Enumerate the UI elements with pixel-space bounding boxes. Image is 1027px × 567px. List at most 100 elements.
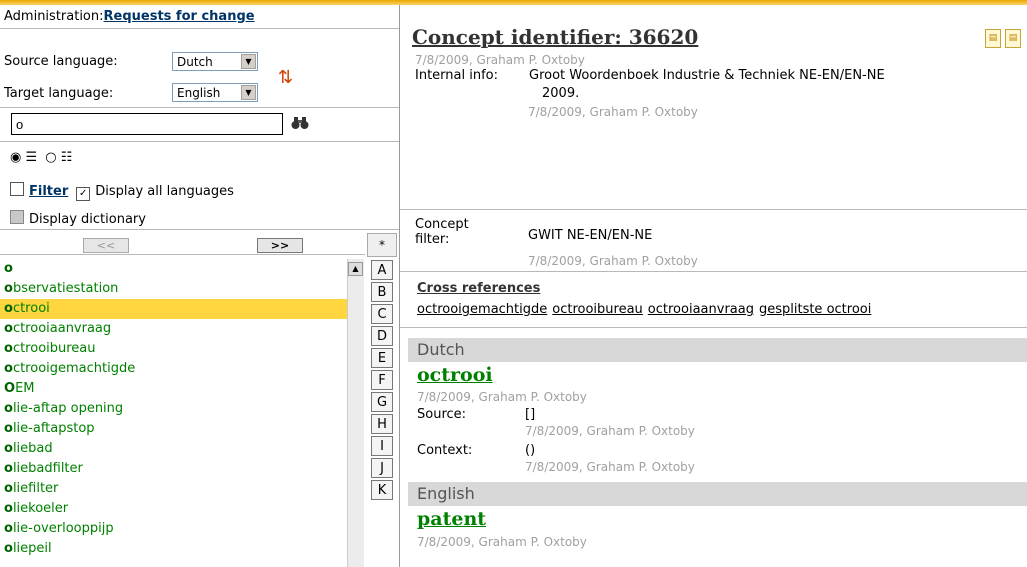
cross-reference-link[interactable]: octrooiaanvraag xyxy=(648,302,754,317)
list-item[interactable]: olie-overlooppijp xyxy=(0,519,347,539)
source-language-select[interactable]: Dutch ▼ xyxy=(172,52,258,71)
concept-filter-meta: 7/8/2009, Graham P. Oxtoby xyxy=(528,254,698,268)
letter-button[interactable]: J xyxy=(371,458,393,478)
left-panel: Administration:Requests for change Sourc… xyxy=(0,5,400,567)
copy-document-icon[interactable]: ▤ xyxy=(1005,29,1021,48)
list-item[interactable]: o xyxy=(0,259,347,279)
letter-button[interactable]: K xyxy=(371,480,393,500)
binoculars-search-icon[interactable] xyxy=(291,116,309,134)
list-item-rest: lie-overlooppijp xyxy=(12,521,114,536)
letter-button[interactable]: H xyxy=(371,414,393,434)
right-panel: Concept identifier: 36620 ▤ ▤ 7/8/2009, G… xyxy=(400,5,1027,567)
concept-filter-label-line1: Concept xyxy=(415,217,469,232)
all-letters-button[interactable]: * xyxy=(367,233,397,257)
dutch-language-header: Dutch xyxy=(408,338,1027,362)
source-language-value: Dutch xyxy=(177,55,213,69)
letter-button[interactable]: E xyxy=(371,348,393,368)
letter-button[interactable]: I xyxy=(371,436,393,456)
cross-reference-link[interactable]: gesplitste octrooi xyxy=(759,302,871,317)
letter-button[interactable]: C xyxy=(371,304,393,324)
chevron-down-icon[interactable]: ▼ xyxy=(241,85,256,100)
list-item-prefix: o xyxy=(4,521,13,536)
list-item[interactable]: oliepeil xyxy=(0,539,347,559)
cross-reference-link[interactable]: octrooibureau xyxy=(552,302,643,317)
divider xyxy=(0,229,399,230)
divider xyxy=(0,107,399,108)
divider xyxy=(0,254,365,255)
document-icons: ▤ ▤ xyxy=(981,29,1021,48)
list-item[interactable]: oliebadfilter xyxy=(0,459,347,479)
divider xyxy=(400,209,1027,210)
list-item-prefix: O xyxy=(4,381,16,396)
letter-button[interactable]: F xyxy=(371,370,393,390)
target-language-select[interactable]: English ▼ xyxy=(172,83,258,102)
list-item-rest: bservatiestation xyxy=(12,281,119,296)
list-item-rest: ctrooiaanvraag xyxy=(12,321,112,336)
target-language-label: Target language: xyxy=(4,86,114,101)
dutch-term[interactable]: octrooi xyxy=(417,364,493,386)
list-scrollbar[interactable]: ▲ xyxy=(347,259,364,567)
list-item-rest: liebad xyxy=(12,441,53,456)
requests-for-change-link[interactable]: Requests for change xyxy=(104,9,255,24)
list-item[interactable]: olie-aftapstop xyxy=(0,419,347,439)
swap-languages-icon[interactable]: ⇅ xyxy=(278,67,293,88)
english-language-header: English xyxy=(408,482,1027,506)
cross-references-title: Cross references xyxy=(417,281,541,296)
list-item[interactable]: oliekoeler xyxy=(0,499,347,519)
filter-link[interactable]: Filter xyxy=(29,184,68,199)
list-item[interactable]: observatiestation xyxy=(0,279,347,299)
concept-meta: 7/8/2009, Graham P. Oxtoby xyxy=(415,53,585,67)
list-item-prefix: o xyxy=(4,341,13,356)
divider xyxy=(400,327,1027,328)
list-item-rest: ctrooibureau xyxy=(12,341,96,356)
list-item[interactable]: octrooibureau xyxy=(0,339,347,359)
admin-line: Administration:Requests for change xyxy=(4,9,255,24)
prev-page-button[interactable]: << xyxy=(83,238,129,253)
list-item-prefix: o xyxy=(4,401,13,416)
list-item-rest: lie-aftap opening xyxy=(12,401,124,416)
list-item[interactable]: octrooi xyxy=(0,299,347,319)
list-view-radio[interactable]: ◉ xyxy=(10,150,21,165)
cross-references-links: octrooigemachtigde octrooibureau octrooiaa… xyxy=(417,302,876,317)
letter-button[interactable]: B xyxy=(371,282,393,302)
list-item-rest: EM xyxy=(15,381,35,396)
letter-button[interactable]: D xyxy=(371,326,393,346)
display-dictionary-checkbox[interactable] xyxy=(10,210,24,224)
list-item-rest: liebadfilter xyxy=(12,461,83,476)
concept-filter-value: GWIT NE-EN/EN-NE xyxy=(528,228,653,243)
list-item-prefix: o xyxy=(4,361,13,376)
dutch-context-label: Context: xyxy=(417,443,473,458)
term-list: o observatiestation octrooi octrooiaanvraag… xyxy=(0,259,347,567)
list-item-rest: lie-aftapstop xyxy=(12,421,95,436)
grid-view-radio[interactable]: ○ xyxy=(45,150,56,165)
cross-reference-link[interactable]: octrooigemachtigde xyxy=(417,302,547,317)
display-all-languages-label: Display all languages xyxy=(95,184,234,199)
list-item[interactable]: oliebad xyxy=(0,439,347,459)
admin-label: Administration: xyxy=(4,9,104,24)
letter-index: ABCDEFGHIJK xyxy=(367,259,397,502)
target-language-value: English xyxy=(177,86,221,100)
letter-button[interactable]: A xyxy=(371,260,393,280)
scroll-up-icon[interactable]: ▲ xyxy=(348,262,363,276)
english-term[interactable]: patent xyxy=(417,508,486,530)
list-item-prefix: o xyxy=(4,281,13,296)
dutch-source-meta: 7/8/2009, Graham P. Oxtoby xyxy=(525,424,695,438)
dutch-term-meta: 7/8/2009, Graham P. Oxtoby xyxy=(417,390,587,404)
list-item-rest: ctrooi xyxy=(12,301,50,316)
display-all-languages-checkbox[interactable]: ✓ xyxy=(76,187,91,201)
list-item-rest: liefilter xyxy=(12,481,59,496)
list-item[interactable]: OEM xyxy=(0,379,347,399)
letter-button[interactable]: G xyxy=(371,392,393,412)
list-item[interactable]: octrooiaanvraag xyxy=(0,319,347,339)
list-item-rest: liepeil xyxy=(12,541,52,556)
filter-checkbox[interactable] xyxy=(10,182,24,196)
next-page-button[interactable]: >> xyxy=(257,238,303,253)
concept-title[interactable]: Concept identifier: 36620 xyxy=(412,25,698,49)
concept-filter-label: Concept filter: xyxy=(415,217,469,247)
list-item[interactable]: olie-aftap opening xyxy=(0,399,347,419)
list-item[interactable]: octrooigemachtigde xyxy=(0,359,347,379)
chevron-down-icon[interactable]: ▼ xyxy=(241,54,256,69)
list-item[interactable]: oliefilter xyxy=(0,479,347,499)
search-input[interactable] xyxy=(11,113,283,135)
new-document-icon[interactable]: ▤ xyxy=(985,29,1001,48)
